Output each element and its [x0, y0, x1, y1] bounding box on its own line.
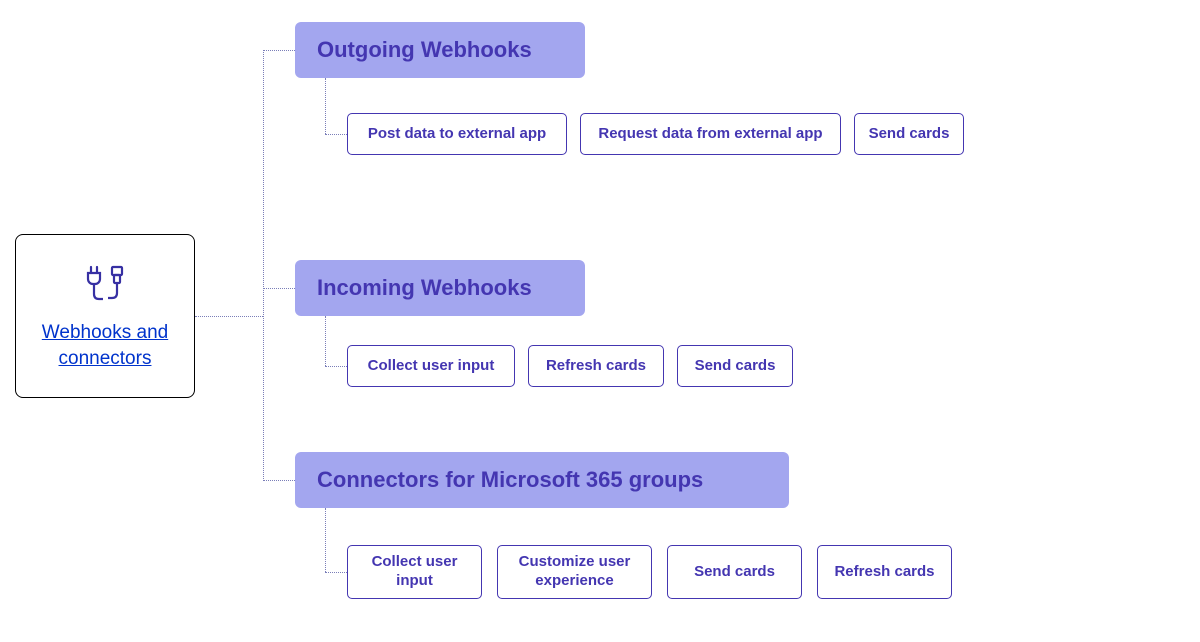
connector-line [195, 316, 263, 317]
feature-item: Customize user experience [497, 545, 652, 599]
feature-item: Collect user input [347, 345, 515, 387]
feature-item: Send cards [677, 345, 793, 387]
feature-item: Refresh cards [817, 545, 952, 599]
category-label: Incoming Webhooks [317, 275, 532, 301]
feature-label: Refresh cards [834, 563, 934, 582]
connector-line [325, 572, 347, 573]
feature-item: Collect user input [347, 545, 482, 599]
feature-label: Collect user input [368, 357, 495, 376]
feature-label: Customize user experience [508, 553, 641, 591]
connector-line [263, 50, 264, 481]
category-outgoing-webhooks: Outgoing Webhooks [295, 22, 585, 78]
category-connectors-m365: Connectors for Microsoft 365 groups [295, 452, 789, 508]
feature-item: Post data to external app [347, 113, 567, 155]
category-label: Connectors for Microsoft 365 groups [317, 467, 703, 493]
connector-line [263, 50, 295, 51]
feature-label: Request data from external app [598, 125, 822, 144]
connector-line [325, 508, 326, 572]
category-incoming-webhooks: Incoming Webhooks [295, 260, 585, 316]
plug-icon [79, 261, 131, 310]
feature-label: Send cards [869, 125, 950, 144]
feature-item: Send cards [667, 545, 802, 599]
connector-line [325, 134, 347, 135]
connector-line [325, 316, 326, 366]
connector-line [325, 366, 347, 367]
category-label: Outgoing Webhooks [317, 37, 532, 63]
connector-line [263, 288, 295, 289]
connector-line [325, 78, 326, 134]
feature-item: Refresh cards [528, 345, 664, 387]
connector-line [263, 480, 295, 481]
feature-item: Request data from external app [580, 113, 841, 155]
root-link[interactable]: Webhooks and connectors [26, 320, 184, 371]
feature-label: Collect user input [358, 553, 471, 591]
feature-label: Post data to external app [368, 125, 546, 144]
feature-item: Send cards [854, 113, 964, 155]
root-node: Webhooks and connectors [15, 234, 195, 398]
feature-label: Refresh cards [546, 357, 646, 376]
feature-label: Send cards [694, 563, 775, 582]
feature-label: Send cards [695, 357, 776, 376]
